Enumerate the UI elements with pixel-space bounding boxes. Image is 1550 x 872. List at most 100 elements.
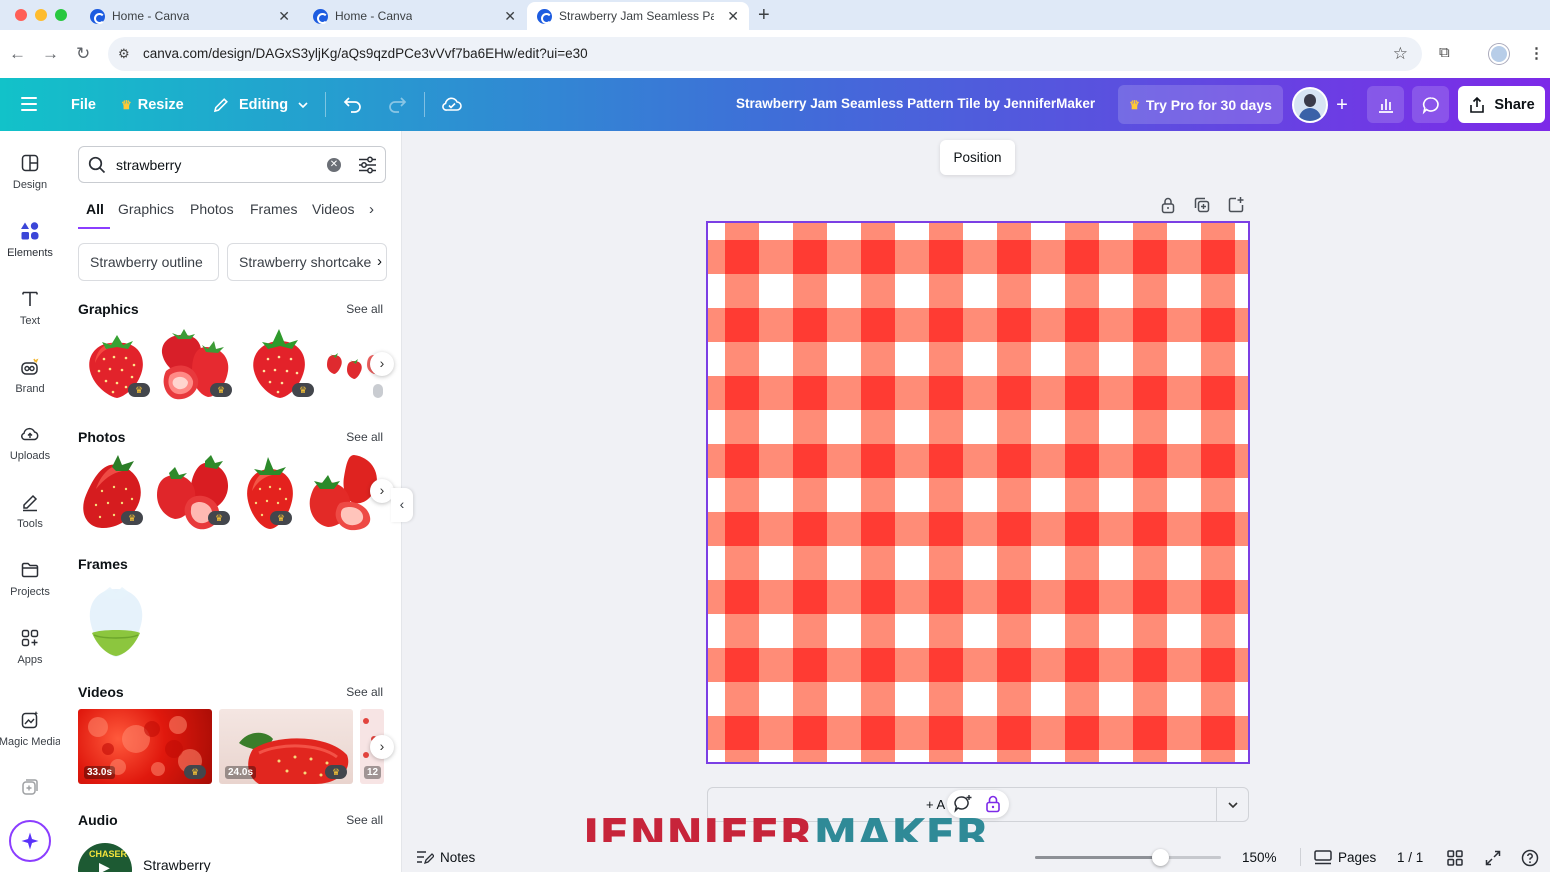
resize-button[interactable]: ♛ Resize	[121, 78, 184, 131]
browser-tab[interactable]: Home - Canva ✕	[80, 2, 300, 30]
tab-graphics[interactable]: Graphics	[118, 201, 174, 217]
design-title[interactable]: Strawberry Jam Seamless Pattern Tile by …	[736, 96, 1095, 111]
invite-plus-icon[interactable]: +	[1326, 87, 1358, 123]
suggestion-chip[interactable]: Strawberry outline	[78, 243, 219, 281]
more-apps-icon[interactable]	[20, 777, 40, 797]
share-label: Share	[1494, 96, 1535, 113]
bookmark-star-icon[interactable]: ☆	[1393, 44, 1408, 64]
gingham-intersection	[793, 444, 827, 478]
tab-photos[interactable]: Photos	[190, 201, 234, 217]
collapse-panel-button[interactable]: ‹	[391, 488, 413, 522]
search-input[interactable]: strawberry ✕	[78, 146, 386, 183]
section-title-photos: Photos	[78, 429, 126, 445]
rail-item-apps[interactable]: Apps	[0, 628, 60, 666]
duplicate-page-icon[interactable]	[1193, 196, 1211, 214]
tab-close-icon[interactable]: ✕	[504, 8, 516, 25]
gingham-intersection	[1133, 716, 1167, 750]
canva-assistant-button[interactable]	[9, 820, 51, 862]
chevron-down-icon[interactable]	[1227, 799, 1239, 811]
window-maximize-button[interactable]	[55, 9, 67, 21]
share-button[interactable]: Share	[1458, 86, 1545, 123]
undo-icon[interactable]	[343, 95, 363, 113]
window-minimize-button[interactable]	[35, 9, 47, 21]
reload-icon[interactable]: ↻	[76, 44, 90, 64]
zoom-slider[interactable]	[1035, 849, 1221, 866]
back-icon[interactable]: ←	[9, 44, 26, 64]
redo-icon[interactable]	[387, 95, 407, 113]
lock-icon[interactable]	[1159, 196, 1177, 214]
gingham-intersection	[861, 648, 895, 682]
canva-favicon-icon	[537, 8, 552, 24]
tab-close-icon[interactable]: ✕	[278, 8, 290, 25]
crown-icon: ♛	[1129, 97, 1140, 112]
design-page[interactable]	[706, 221, 1250, 764]
comments-button[interactable]	[1412, 86, 1449, 123]
gingham-intersection	[1201, 376, 1235, 410]
clear-search-icon[interactable]: ✕	[327, 158, 341, 172]
gingham-pattern[interactable]	[708, 223, 1248, 762]
window-close-button[interactable]	[15, 9, 27, 21]
rail-item-text[interactable]: Text	[0, 289, 60, 327]
strawberry-frame[interactable]	[86, 583, 146, 659]
play-icon[interactable]: ▶	[99, 859, 110, 872]
video-thumbnail[interactable]: 24.0s ♛	[219, 709, 353, 784]
graphics-scroll-right-icon[interactable]: ›	[370, 352, 394, 376]
site-settings-icon[interactable]: ⚙	[118, 46, 130, 62]
forward-icon[interactable]: →	[42, 44, 59, 64]
profile-avatar[interactable]	[1489, 44, 1509, 64]
editing-mode-button[interactable]: Editing	[212, 78, 309, 131]
position-button[interactable]: Position	[940, 140, 1015, 175]
rail-item-tools[interactable]: Tools	[0, 492, 60, 530]
browser-menu-icon[interactable]: ⋮	[1529, 44, 1544, 62]
tab-frames[interactable]: Frames	[250, 201, 297, 217]
insights-button[interactable]	[1367, 86, 1404, 123]
resize-label: Resize	[137, 96, 184, 113]
chevron-right-icon[interactable]: ›	[377, 253, 382, 270]
zoom-level[interactable]: 150%	[1242, 850, 1277, 865]
fullscreen-icon[interactable]	[1484, 849, 1502, 867]
see-all-photos[interactable]: See all	[346, 430, 383, 444]
rail-item-elements[interactable]: Elements	[0, 221, 60, 259]
tabs-scroll-right-icon[interactable]: ›	[369, 201, 374, 218]
user-avatar[interactable]	[1292, 87, 1328, 123]
url-text[interactable]: canva.com/design/DAGxS3yljKg/aQs9qzdPCe3…	[143, 46, 588, 61]
address-bar[interactable]: ⚙ canva.com/design/DAGxS3yljKg/aQs9qzdPC…	[108, 37, 1422, 71]
tab-close-icon[interactable]: ✕	[727, 8, 739, 25]
audio-track-title[interactable]: Strawberry	[143, 857, 211, 872]
rail-item-magic-media[interactable]: Magic Media	[0, 710, 64, 748]
rail-item-brand[interactable]: Brand	[0, 357, 60, 395]
see-all-graphics[interactable]: See all	[346, 302, 383, 316]
zoom-slider-handle[interactable]	[1151, 849, 1169, 866]
browser-tab-active[interactable]: Strawberry Jam Seamless Pa ✕	[527, 2, 749, 30]
tab-all[interactable]: All	[86, 201, 104, 217]
cloud-check-icon[interactable]	[441, 94, 463, 114]
gingham-intersection	[1201, 512, 1235, 546]
videos-scroll-right-icon[interactable]: ›	[370, 735, 394, 759]
gingham-intersection	[997, 580, 1031, 614]
file-menu-button[interactable]: File	[71, 78, 96, 131]
search-value[interactable]: strawberry	[116, 157, 181, 173]
browser-tab[interactable]: Home - Canva ✕	[303, 2, 526, 30]
pro-badge-icon: ♛	[270, 511, 292, 525]
add-page-icon[interactable]	[1227, 196, 1245, 214]
video-thumbnail[interactable]: 33.0s ♛	[78, 709, 212, 784]
filter-sliders-icon[interactable]	[358, 156, 377, 174]
help-icon[interactable]	[1521, 849, 1539, 867]
rail-item-uploads[interactable]: Uploads	[0, 424, 60, 462]
try-pro-button[interactable]: ♛ Try Pro for 30 days	[1118, 85, 1283, 124]
pages-button[interactable]: Pages	[1338, 850, 1376, 865]
menu-icon[interactable]	[21, 97, 37, 111]
see-all-videos[interactable]: See all	[346, 685, 383, 699]
extension-icon[interactable]: ⧉	[1439, 44, 1450, 61]
audio-cover[interactable]: CHASER ▶	[78, 843, 132, 872]
rail-item-design[interactable]: Design	[0, 153, 60, 191]
rail-item-projects[interactable]: Projects	[0, 560, 60, 598]
new-tab-button[interactable]: +	[758, 4, 770, 27]
tab-videos[interactable]: Videos	[312, 201, 355, 217]
notes-button[interactable]: Notes	[440, 850, 475, 865]
gingham-intersection	[1133, 580, 1167, 614]
suggestion-chip[interactable]: Strawberry shortcake ›	[227, 243, 387, 281]
grid-view-icon[interactable]	[1446, 849, 1464, 867]
gingham-intersection	[1065, 376, 1099, 410]
see-all-audio[interactable]: See all	[346, 813, 383, 827]
